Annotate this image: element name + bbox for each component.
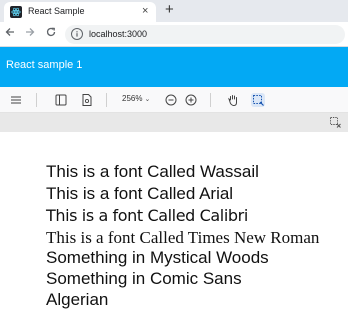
font-sample-arial: This is a font Called Arial [46,184,234,203]
zoom-select[interactable]: 256% ⌄ [122,94,150,103]
zoom-level: 256% [122,94,143,103]
browser-toolbar: localhost:3000 [0,22,348,47]
font-sample-wassail: This is a font Called Wassail [46,162,259,181]
font-sample-comic-sans: Something in Comic Sans [46,269,242,288]
font-sample-times-new-roman: This is a font Called Times New Roman [46,228,320,247]
back-arrow-icon[interactable] [4,26,16,41]
tab-close-icon[interactable]: × [142,5,148,17]
app-title: React sample 1 [6,59,83,71]
zoom-out-icon[interactable] [164,93,178,107]
toolbar-divider [36,93,37,107]
browser-tab[interactable]: React Sample × [4,2,156,22]
viewer-subbar [0,113,348,132]
site-info-icon[interactable] [71,28,83,40]
menu-icon[interactable] [9,93,23,107]
forward-arrow-icon[interactable] [24,26,36,41]
tab-title: React Sample [28,6,85,16]
toolbar-divider [106,93,107,107]
font-sample-calibri: This is a font Called Calibri [46,206,248,225]
hand-tool-icon[interactable] [226,93,240,107]
url-text: localhost:3000 [89,29,148,39]
marquee-select-icon[interactable] [251,93,265,107]
document-page: This is a font Called Wassail This is a … [0,132,348,336]
page-properties-icon[interactable] [80,93,94,107]
browser-tab-strip: React Sample × + [0,0,348,22]
font-sample-algerian: Algerian [46,290,109,309]
reload-icon[interactable] [45,26,57,41]
app-header: React sample 1 [0,47,348,87]
react-logo-icon [10,6,22,18]
chevron-down-icon: ⌄ [144,96,151,103]
toolbar-divider [210,93,211,107]
font-sample-mystical-woods: Something in Mystical Woods [46,248,269,267]
new-tab-button[interactable]: + [165,1,174,19]
address-bar[interactable]: localhost:3000 [65,25,345,44]
viewer-toolbar: 256% ⌄ [0,87,348,113]
zoom-in-icon[interactable] [184,93,198,107]
sidebar-icon[interactable] [54,93,68,107]
selection-clear-icon[interactable] [329,116,342,129]
